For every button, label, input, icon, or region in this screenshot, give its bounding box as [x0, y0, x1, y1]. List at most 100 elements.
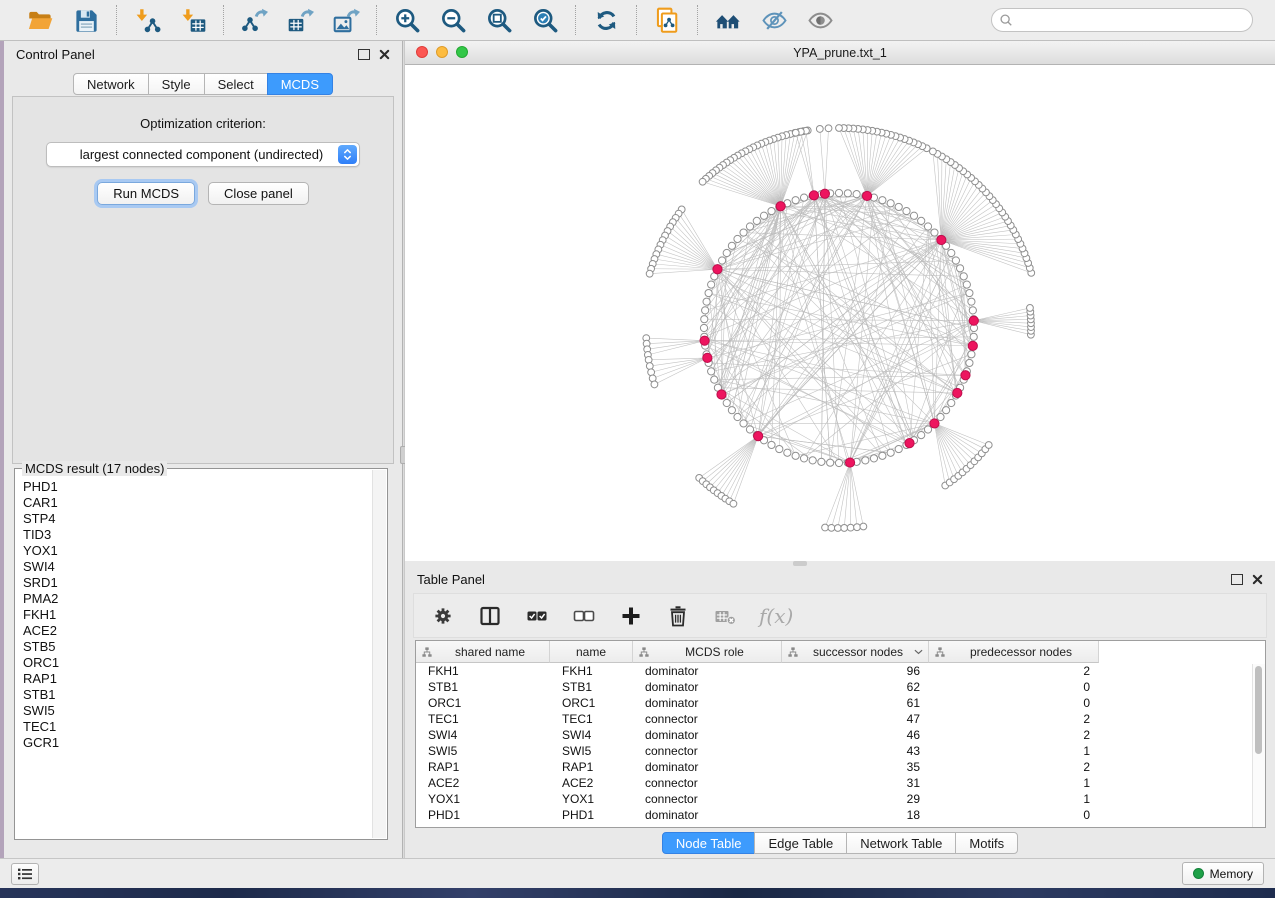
zoom-selected-button[interactable]: [528, 3, 562, 37]
close-table-panel-icon[interactable]: [1252, 574, 1263, 585]
mcds-result-item[interactable]: CAR1: [23, 495, 372, 511]
deselect-all-rows-button[interactable]: [571, 603, 597, 629]
zoom-in-button[interactable]: [390, 3, 424, 37]
mcds-result-item[interactable]: SWI4: [23, 559, 372, 575]
table-cell[interactable]: ACE2: [416, 775, 550, 791]
column-header-mcds-role[interactable]: MCDS role: [633, 641, 782, 663]
table-cell[interactable]: SWI4: [416, 727, 550, 743]
table-cell[interactable]: YOX1: [550, 791, 633, 807]
show-all-button[interactable]: [803, 3, 837, 37]
import-network-button[interactable]: [130, 3, 164, 37]
table-cell[interactable]: 1: [929, 791, 1099, 807]
tab-mcds[interactable]: MCDS: [267, 73, 333, 95]
table-scrollbar[interactable]: [1252, 664, 1265, 827]
mcds-result-item[interactable]: YOX1: [23, 543, 372, 559]
float-table-panel-icon[interactable]: [1231, 574, 1243, 585]
table-cell[interactable]: ACE2: [550, 775, 633, 791]
table-cell[interactable]: PHD1: [550, 807, 633, 823]
task-history-button[interactable]: [11, 863, 39, 885]
table-cell[interactable]: 61: [782, 695, 929, 711]
optimization-select[interactable]: largest connected component (undirected): [46, 142, 360, 167]
table-cell[interactable]: YOX1: [416, 791, 550, 807]
apply-layout-button[interactable]: [589, 3, 623, 37]
table-cell[interactable]: dominator: [633, 759, 782, 775]
close-panel-icon[interactable]: [379, 49, 390, 60]
mcds-result-scrollbar[interactable]: [372, 470, 386, 838]
table-cell[interactable]: dominator: [633, 663, 782, 679]
run-mcds-button[interactable]: Run MCDS: [97, 182, 195, 205]
table-cell[interactable]: connector: [633, 791, 782, 807]
table-cell[interactable]: 29: [782, 791, 929, 807]
table-cell[interactable]: TEC1: [550, 711, 633, 727]
import-table-button[interactable]: [176, 3, 210, 37]
table-cell[interactable]: 46: [782, 727, 929, 743]
table-cell[interactable]: 18: [782, 807, 929, 823]
table-cell[interactable]: ORC1: [416, 695, 550, 711]
table-cell[interactable]: 2: [929, 727, 1099, 743]
show-columns-button[interactable]: [477, 603, 503, 629]
table-cell[interactable]: 47: [782, 711, 929, 727]
settings-button[interactable]: [430, 603, 456, 629]
add-row-button[interactable]: [618, 603, 644, 629]
mcds-result-item[interactable]: FKH1: [23, 607, 372, 623]
mcds-result-item[interactable]: GCR1: [23, 735, 372, 751]
zoom-out-button[interactable]: [436, 3, 470, 37]
first-neighbors-button[interactable]: [711, 3, 745, 37]
zoom-fit-button[interactable]: [482, 3, 516, 37]
export-table-button[interactable]: [283, 3, 317, 37]
table-cell[interactable]: RAP1: [416, 759, 550, 775]
table-cell[interactable]: 2: [929, 711, 1099, 727]
table-cell[interactable]: connector: [633, 743, 782, 759]
table-cell[interactable]: FKH1: [550, 663, 633, 679]
network-graph[interactable]: [405, 65, 1275, 561]
table-cell[interactable]: SWI5: [416, 743, 550, 759]
mcds-result-item[interactable]: ACE2: [23, 623, 372, 639]
tab-motifs[interactable]: Motifs: [955, 832, 1018, 854]
table-cell[interactable]: STB1: [416, 679, 550, 695]
table-cell[interactable]: 0: [929, 695, 1099, 711]
table-cell[interactable]: 2: [929, 759, 1099, 775]
mcds-result-item[interactable]: SRD1: [23, 575, 372, 591]
window-minimize-button[interactable]: [436, 46, 448, 58]
mcds-result-item[interactable]: SWI5: [23, 703, 372, 719]
mcds-result-item[interactable]: STB5: [23, 639, 372, 655]
new-network-from-selection-button[interactable]: [650, 3, 684, 37]
table-cell[interactable]: 1: [929, 743, 1099, 759]
table-cell[interactable]: dominator: [633, 695, 782, 711]
export-network-button[interactable]: [237, 3, 271, 37]
open-file-button[interactable]: [23, 3, 57, 37]
table-scrollbar-thumb[interactable]: [1255, 666, 1262, 754]
tab-network-table[interactable]: Network Table: [846, 832, 956, 854]
tab-style[interactable]: Style: [148, 73, 205, 95]
mcds-result-item[interactable]: STP4: [23, 511, 372, 527]
table-cell[interactable]: 0: [929, 679, 1099, 695]
table-cell[interactable]: TEC1: [416, 711, 550, 727]
window-zoom-button[interactable]: [456, 46, 468, 58]
mcds-result-item[interactable]: TEC1: [23, 719, 372, 735]
hide-selected-button[interactable]: [757, 3, 791, 37]
table-cell[interactable]: RAP1: [550, 759, 633, 775]
table-cell[interactable]: 0: [929, 807, 1099, 823]
mcds-result-item[interactable]: RAP1: [23, 671, 372, 687]
table-cell[interactable]: ORC1: [550, 695, 633, 711]
table-cell[interactable]: SWI5: [550, 743, 633, 759]
tab-edge-table[interactable]: Edge Table: [754, 832, 847, 854]
table-cell[interactable]: dominator: [633, 727, 782, 743]
mcds-result-item[interactable]: ORC1: [23, 655, 372, 671]
mcds-result-item[interactable]: STB1: [23, 687, 372, 703]
table-cell[interactable]: SWI4: [550, 727, 633, 743]
table-cell[interactable]: connector: [633, 711, 782, 727]
table-cell[interactable]: 31: [782, 775, 929, 791]
tab-node-table[interactable]: Node Table: [662, 832, 756, 854]
mcds-result-item[interactable]: PMA2: [23, 591, 372, 607]
column-header-successor-nodes[interactable]: successor nodes: [782, 641, 929, 663]
table-cell[interactable]: dominator: [633, 679, 782, 695]
delete-rows-button[interactable]: [665, 603, 691, 629]
table-cell[interactable]: 62: [782, 679, 929, 695]
table-cell[interactable]: dominator: [633, 807, 782, 823]
save-session-button[interactable]: [69, 3, 103, 37]
tab-select[interactable]: Select: [204, 73, 268, 95]
table-cell[interactable]: 35: [782, 759, 929, 775]
memory-button[interactable]: Memory: [1182, 862, 1264, 885]
mcds-result-item[interactable]: TID3: [23, 527, 372, 543]
